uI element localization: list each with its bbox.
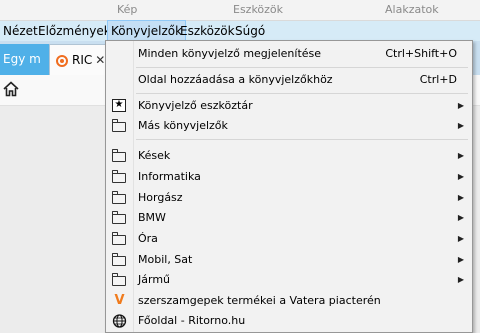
tab-egy[interactable]: Egy m [0, 44, 51, 75]
folder-icon [112, 191, 127, 205]
menu-item-folder-mobil-sat[interactable]: Mobil, Sat ▶ [106, 250, 472, 270]
menu-item-folder-ora[interactable]: Óra ▶ [106, 229, 472, 249]
menu-item-add-bookmark[interactable]: Oldal hozzáadása a könyvjelzőkhöz Ctrl+D [106, 70, 472, 90]
globe-icon [112, 314, 127, 328]
menu-item-folder-bmw[interactable]: BMW ▶ [106, 208, 472, 228]
menu-sugo[interactable]: Súgó [232, 21, 268, 41]
menu-eszkozok[interactable]: Eszközök [177, 21, 238, 41]
folder-icon [112, 149, 127, 163]
bookmark-toolbar-icon: ★ [112, 99, 127, 113]
menu-separator [136, 67, 468, 68]
menu-item-folder-jarmu[interactable]: Jármű ▶ [106, 270, 472, 290]
menu-konyvjelzok[interactable]: Könyvjelzők [106, 20, 187, 42]
menu-elozmenyek[interactable]: Előzmények [35, 21, 114, 41]
ribbon-group-eszkozok: Eszközök [233, 3, 284, 16]
menu-item-label: Oldal hozzáadása a könyvjelzőkhöz [138, 73, 333, 86]
menu-item-show-all-bookmarks[interactable]: Minden könyvjelző megjelenítése Ctrl+Shi… [106, 44, 472, 64]
menu-item-label: Más könyvjelzők [138, 119, 228, 132]
folder-icon [112, 273, 127, 287]
menu-item-label: Főoldal - Ritorno.hu [138, 314, 246, 327]
submenu-arrow-icon: ▶ [457, 213, 464, 222]
menu-bar: Nézet Előzmények Könyvjelzők Eszközök Sú… [0, 20, 480, 42]
folder-icon [112, 170, 127, 184]
bookmarks-menu: Minden könyvjelző megjelenítése Ctrl+Shi… [105, 40, 473, 333]
submenu-arrow-icon: ▶ [457, 275, 464, 284]
submenu-arrow-icon: ▶ [457, 151, 464, 160]
menu-item-label: BMW [138, 211, 166, 224]
menu-item-label: Jármű [138, 273, 171, 286]
shortcut-label: Ctrl+D [419, 73, 457, 86]
home-icon[interactable] [3, 81, 19, 97]
ribbon-group-kep: Kép [117, 3, 138, 16]
menu-item-bookmark-ritorno[interactable]: Főoldal - Ritorno.hu [106, 311, 472, 331]
folder-icon [112, 211, 127, 225]
folder-icon [112, 232, 127, 246]
menu-item-label: Horgász [138, 191, 183, 204]
submenu-arrow-icon: ▶ [457, 234, 464, 243]
menu-item-label: Kések [138, 149, 171, 162]
menu-item-folder-horgasz[interactable]: Horgász ▶ [106, 188, 472, 208]
menu-item-label: Óra [138, 232, 158, 245]
menu-separator [136, 93, 468, 94]
menu-item-label: szerszamgepek termékei a Vatera piacteré… [138, 294, 381, 307]
submenu-arrow-icon: ▶ [457, 193, 464, 202]
ribbon-group-alakzatok: Alakzatok [385, 3, 439, 16]
menu-item-label: Informatika [138, 170, 201, 183]
folder-icon [112, 253, 127, 267]
folder-icon [112, 119, 127, 133]
shortcut-label: Ctrl+Shift+O [385, 47, 457, 60]
menu-item-folder-kesek[interactable]: Kések ▶ [106, 146, 472, 166]
submenu-arrow-icon: ▶ [457, 121, 464, 130]
menu-item-label: Minden könyvjelző megjelenítése [138, 47, 322, 60]
submenu-arrow-icon: ▶ [457, 172, 464, 181]
submenu-arrow-icon: ▶ [457, 255, 464, 264]
menu-item-bookmark-toolbar[interactable]: ★ Könyvjelző eszköztár ▶ [106, 96, 472, 116]
tab-label: RIC [72, 53, 93, 67]
submenu-arrow-icon: ▶ [457, 101, 464, 110]
menu-item-label: Könyvjelző eszköztár [138, 99, 253, 112]
menu-item-bookmark-vatera[interactable]: V szerszamgepek termékei a Vatera piacte… [106, 291, 472, 311]
ritorno-favicon-icon [56, 54, 68, 67]
ribbon-strip: Kép Eszközök Alakzatok [0, 0, 480, 21]
menu-separator [136, 139, 468, 140]
menu-item-label: Mobil, Sat [138, 253, 193, 266]
tab-label: Egy m [3, 52, 41, 66]
close-icon[interactable]: ✕ [95, 53, 105, 67]
menu-item-folder-informatika[interactable]: Informatika ▶ [106, 167, 472, 187]
menu-item-other-bookmarks[interactable]: Más könyvjelzők ▶ [106, 116, 472, 136]
vatera-icon: V [114, 293, 125, 308]
